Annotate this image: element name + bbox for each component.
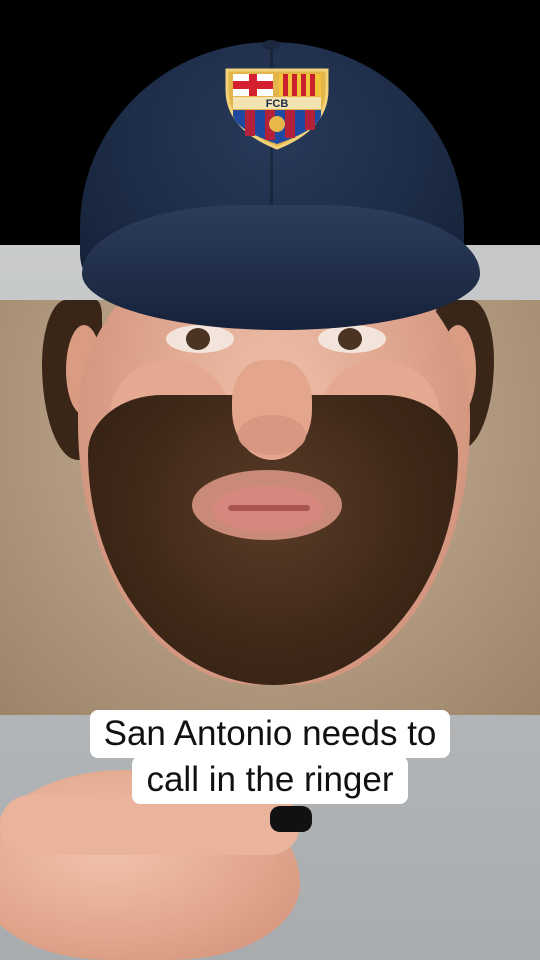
cap-brim	[82, 205, 480, 330]
caption-line-2: call in the ringer	[132, 756, 408, 804]
iris-right	[338, 328, 362, 350]
iris-left	[186, 328, 210, 350]
video-caption: San Antonio needs to call in the ringer	[0, 710, 540, 804]
caption-line-1: San Antonio needs to	[89, 710, 451, 758]
cap-button	[262, 40, 280, 50]
fc-barcelona-crest-icon: FCB	[225, 68, 329, 150]
finger	[0, 795, 300, 855]
microphone-icon	[270, 806, 312, 832]
crest-text: FCB	[266, 98, 289, 110]
nose-tip	[238, 415, 306, 455]
lip-line	[228, 505, 310, 511]
